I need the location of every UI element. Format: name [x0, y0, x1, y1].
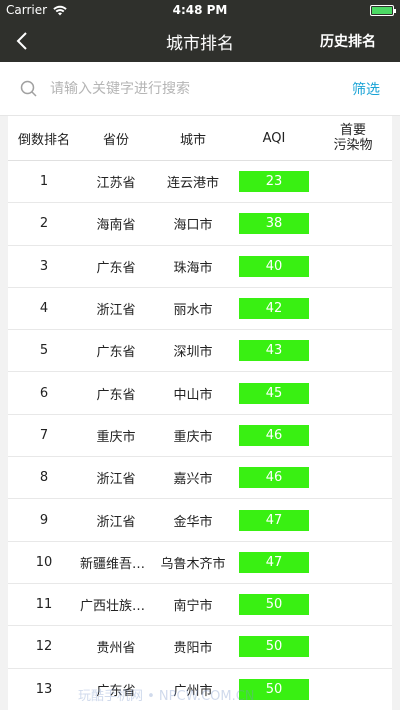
table-body: 1 江苏省 连云港市 23 2 海南省 海口市 38 3 广东省 珠海市 40 4 浙江省 丽水市 42 5 广东…	[8, 161, 392, 710]
rank-cell: 12	[35, 639, 53, 655]
aqi-cell: 40	[234, 255, 314, 277]
city-cell: 金华市	[173, 514, 213, 530]
rank-cell: 2	[39, 216, 49, 232]
province-cell: 广东省	[96, 387, 136, 403]
aqi-badge: 46	[239, 424, 309, 446]
table-row[interactable]: 9 浙江省 金华市 47	[8, 499, 392, 542]
aqi-badge: 50	[239, 594, 309, 616]
ranking-table: 倒数排名 省份 城市 AQI 首要 污染物 1 江苏省 连云港市 23 2 海南省 海口市 3…	[8, 116, 392, 710]
table-row[interactable]: 2 海南省 海口市 38	[8, 203, 392, 246]
rank-cell: 4	[39, 301, 49, 317]
chevron-left-icon	[16, 32, 27, 50]
aqi-badge: 45	[239, 382, 309, 404]
aqi-cell: 47	[234, 509, 314, 531]
aqi-badge: 38	[239, 213, 309, 235]
city-cell: 连云港市	[166, 176, 219, 192]
aqi-badge: 42	[239, 298, 309, 320]
city-cell: 珠海市	[173, 260, 213, 276]
aqi-badge: 23	[239, 171, 309, 193]
aqi-cell: 45	[234, 382, 314, 404]
rank-cell: 9	[39, 512, 49, 528]
back-button[interactable]	[0, 20, 44, 62]
rank-cell: 11	[35, 597, 53, 613]
province-cell: 贵州省	[96, 641, 136, 657]
aqi-badge: 46	[239, 467, 309, 489]
table-row[interactable]: 11 广西壮族自... 南宁市 50	[8, 584, 392, 627]
table-row[interactable]: 10 新疆维吾尔... 乌鲁木齐市 47	[8, 542, 392, 584]
aqi-badge: 47	[239, 509, 309, 531]
table-row[interactable]: 4 浙江省 丽水市 42	[8, 288, 392, 331]
aqi-cell: 43	[234, 340, 314, 362]
battery-icon	[370, 4, 396, 16]
province-cell: 浙江省	[96, 514, 136, 530]
aqi-cell: 23	[234, 171, 314, 193]
table-row[interactable]: 8 浙江省 嘉兴市 46	[8, 457, 392, 500]
aqi-cell: 38	[234, 213, 314, 235]
nav-bar: 城市排名 历史排名	[0, 20, 400, 62]
city-cell: 广州市	[173, 683, 213, 699]
aqi-cell: 50	[234, 594, 314, 616]
table-row[interactable]: 12 贵州省 贵阳市 50	[8, 626, 392, 669]
province-cell: 广东省	[96, 260, 136, 276]
rank-cell: 8	[39, 470, 49, 486]
province-cell: 浙江省	[96, 303, 136, 319]
aqi-badge: 50	[239, 678, 309, 700]
header-aqi: AQI	[262, 130, 286, 146]
table-row[interactable]: 1 江苏省 连云港市 23	[8, 161, 392, 204]
rank-cell: 10	[35, 554, 53, 570]
header-rank: 倒数排名	[17, 132, 70, 148]
header-pollutant: 首要 污染物	[333, 123, 373, 153]
province-cell: 广西壮族自...	[80, 599, 152, 615]
header-city: 城市	[179, 132, 206, 148]
aqi-badge: 43	[239, 340, 309, 362]
aqi-cell: 47	[234, 551, 314, 573]
status-bar: Carrier 4:48 PM	[0, 0, 400, 20]
city-cell: 重庆市	[173, 429, 213, 445]
status-time: 4:48 PM	[172, 3, 228, 17]
city-cell: 南宁市	[173, 599, 213, 615]
history-ranking-button[interactable]: 历史排名	[320, 31, 400, 51]
aqi-cell: 46	[234, 424, 314, 446]
province-cell: 新疆维吾尔...	[80, 556, 152, 572]
table-row[interactable]: 6 广东省 中山市 45	[8, 372, 392, 415]
filter-button[interactable]: 筛选	[352, 79, 380, 99]
aqi-badge: 47	[239, 551, 309, 573]
rank-cell: 6	[39, 385, 49, 401]
header-province: 省份	[102, 132, 129, 148]
aqi-cell: 50	[234, 636, 314, 658]
battery-fill	[372, 6, 392, 14]
province-cell: 江苏省	[96, 176, 136, 192]
table-row[interactable]: 5 广东省 深圳市 43	[8, 330, 392, 373]
rank-cell: 3	[39, 258, 49, 274]
province-cell: 广东省	[96, 683, 136, 699]
search-bar: 筛选	[0, 62, 400, 116]
city-cell: 乌鲁木齐市	[160, 556, 226, 572]
province-cell: 浙江省	[96, 472, 136, 488]
aqi-cell: 46	[234, 467, 314, 489]
aqi-cell: 50	[234, 678, 314, 700]
city-cell: 贵阳市	[173, 641, 213, 657]
search-icon	[20, 80, 37, 97]
province-cell: 重庆市	[96, 429, 136, 445]
rank-cell: 13	[35, 681, 53, 697]
city-cell: 丽水市	[173, 303, 213, 319]
city-cell: 海口市	[173, 218, 213, 234]
city-cell: 中山市	[173, 387, 213, 403]
table-row[interactable]: 3 广东省 珠海市 40	[8, 246, 392, 288]
table-row[interactable]: 7 重庆市 重庆市 46	[8, 415, 392, 458]
city-cell: 嘉兴市	[173, 472, 213, 488]
aqi-cell: 42	[234, 298, 314, 320]
rank-cell: 5	[39, 343, 49, 359]
province-cell: 海南省	[96, 218, 136, 234]
city-cell: 深圳市	[173, 345, 213, 361]
rank-cell: 1	[39, 174, 49, 190]
table-row[interactable]: 13 广东省 广州市 50	[8, 669, 392, 710]
aqi-badge: 40	[239, 255, 309, 277]
rank-cell: 7	[39, 427, 49, 443]
table-header: 倒数排名 省份 城市 AQI 首要 污染物	[8, 116, 392, 161]
search-input[interactable]	[50, 80, 352, 97]
aqi-badge: 50	[239, 636, 309, 658]
province-cell: 广东省	[96, 345, 136, 361]
